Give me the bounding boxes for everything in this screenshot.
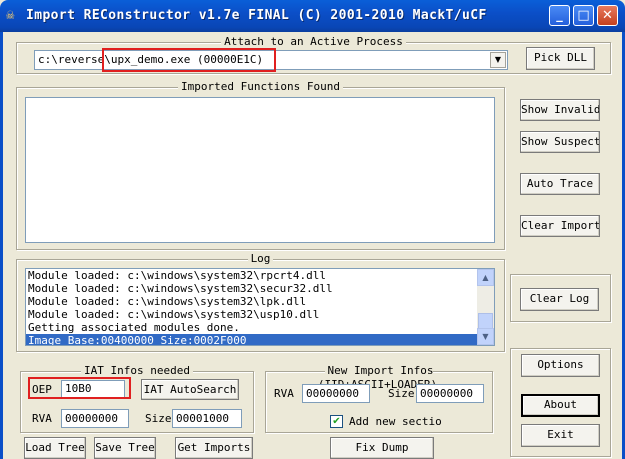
maximize-button[interactable]: □ [573, 5, 594, 26]
app-skull-icon[interactable]: ☠ [6, 7, 22, 23]
iat-rva-label: RVA [32, 412, 52, 425]
title-bar[interactable]: ☠ Import REConstructor v1.7e FINAL (C) 2… [0, 0, 625, 32]
iat-legend: IAT Infos needed [81, 364, 193, 377]
scroll-up-icon[interactable]: ▲ [477, 269, 494, 286]
scroll-down-icon[interactable]: ▼ [477, 328, 494, 345]
clear-log-button[interactable]: Clear Log [520, 288, 599, 311]
log-line: Module loaded: c:\windows\system32\rpcrt… [28, 269, 327, 282]
exit-button[interactable]: Exit [521, 424, 600, 447]
new-rva-input[interactable]: 00000000 [302, 384, 370, 403]
about-button[interactable]: About [521, 394, 600, 417]
load-tree-button[interactable]: Load Tree [24, 437, 86, 459]
log-line: Module loaded: c:\windows\system32\secur… [28, 282, 333, 295]
imports-tree[interactable] [25, 97, 495, 243]
log-line-selected[interactable]: Image Base:00400000 Size:0002F000 [26, 334, 478, 345]
attach-legend: Attach to an Active Process [221, 35, 406, 48]
log-line: Module loaded: c:\windows\system32\lpk.d… [28, 295, 307, 308]
new-size-label: Size [388, 387, 415, 400]
fix-dump-button[interactable]: Fix Dump [330, 437, 434, 459]
show-suspect-button[interactable]: Show Suspect [520, 131, 600, 153]
log-listbox[interactable]: Module loaded: c:\windows\system32\rpcrt… [25, 268, 495, 346]
iat-size-label: Size [145, 412, 172, 425]
process-path: c:\reverse\ [38, 53, 111, 66]
show-invalid-button[interactable]: Show Invalid [520, 99, 600, 121]
log-line: Module loaded: c:\windows\system32\usp10… [28, 308, 320, 321]
window-title: Import REConstructor v1.7e FINAL (C) 200… [26, 8, 487, 23]
new-rva-label: RVA [274, 387, 294, 400]
options-button[interactable]: Options [521, 354, 600, 377]
save-tree-button[interactable]: Save Tree [94, 437, 156, 459]
pick-dll-button[interactable]: Pick DLL [526, 47, 595, 70]
minimize-button[interactable]: _ [549, 5, 570, 26]
add-section-label: Add new sectio [349, 415, 442, 428]
process-highlight-box [102, 48, 276, 72]
scroll-thumb[interactable] [478, 313, 493, 329]
log-line: Getting associated modules done. [28, 321, 240, 334]
iat-rva-input[interactable]: 00000000 [61, 409, 129, 428]
oep-highlight-box [28, 377, 131, 399]
add-section-checkbox[interactable]: ✔ [330, 415, 343, 428]
log-scrollbar[interactable]: ▲ ▼ [477, 269, 494, 345]
combo-dropdown-icon[interactable]: ▼ [490, 52, 506, 68]
close-button[interactable]: ✕ [597, 5, 618, 26]
auto-trace-button[interactable]: Auto Trace [520, 173, 600, 195]
iat-size-input[interactable]: 00001000 [172, 409, 242, 428]
clear-imports-button[interactable]: Clear Imports [520, 215, 600, 237]
imports-legend: Imported Functions Found [178, 80, 343, 93]
get-imports-button[interactable]: Get Imports [175, 437, 253, 459]
new-size-input[interactable]: 00000000 [416, 384, 484, 403]
main-window: Attach to an Active Process c:\reverse\u… [0, 32, 625, 459]
log-legend: Log [247, 252, 274, 265]
iat-autosearch-button[interactable]: IAT AutoSearch [141, 379, 239, 400]
